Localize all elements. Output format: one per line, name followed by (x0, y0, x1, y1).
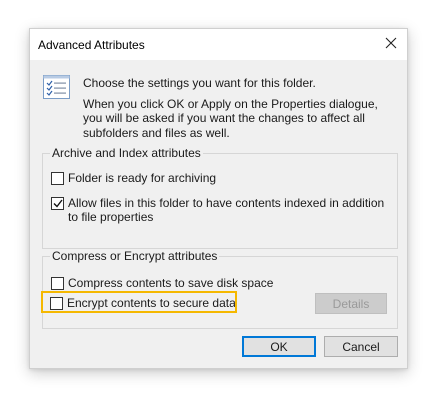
checkmark-icon (53, 199, 63, 208)
intro-line-1: Choose the settings you want for this fo… (83, 76, 316, 90)
archive-index-group: Archive and Index attributes Folder is r… (42, 146, 398, 249)
intro-line-2: When you click OK or Apply on the Proper… (83, 96, 378, 140)
advanced-attributes-dialog: Advanced Attributes Choose the settings … (29, 28, 408, 369)
encrypt-checkbox[interactable] (50, 297, 63, 310)
compress-checkbox[interactable] (51, 277, 64, 290)
folder-ready-checkbox[interactable] (51, 172, 64, 185)
encrypt-label[interactable]: Encrypt contents to secure data (67, 296, 236, 310)
encrypt-row[interactable]: Encrypt contents to secure data (50, 296, 236, 310)
allow-index-label[interactable]: Allow files in this folder to have conte… (68, 196, 391, 224)
folder-ready-label[interactable]: Folder is ready for archiving (68, 171, 216, 185)
allow-index-checkbox[interactable] (51, 197, 64, 210)
close-button[interactable] (380, 33, 402, 55)
details-button[interactable]: Details (315, 293, 387, 314)
folder-ready-row[interactable]: Folder is ready for archiving (51, 171, 216, 185)
cancel-button[interactable]: Cancel (324, 336, 398, 357)
compress-label[interactable]: Compress contents to save disk space (68, 276, 273, 290)
title-bar: Advanced Attributes (30, 29, 407, 60)
ok-button[interactable]: OK (242, 336, 316, 357)
attributes-list-icon (43, 75, 70, 99)
compress-row[interactable]: Compress contents to save disk space (51, 276, 273, 290)
allow-index-row[interactable]: Allow files in this folder to have conte… (51, 196, 391, 224)
dialog-title: Advanced Attributes (38, 38, 145, 52)
archive-group-title: Archive and Index attributes (50, 146, 203, 161)
close-icon (385, 37, 397, 52)
intro-text: Choose the settings you want for this fo… (83, 76, 398, 140)
compress-group-title: Compress or Encrypt attributes (50, 249, 220, 264)
